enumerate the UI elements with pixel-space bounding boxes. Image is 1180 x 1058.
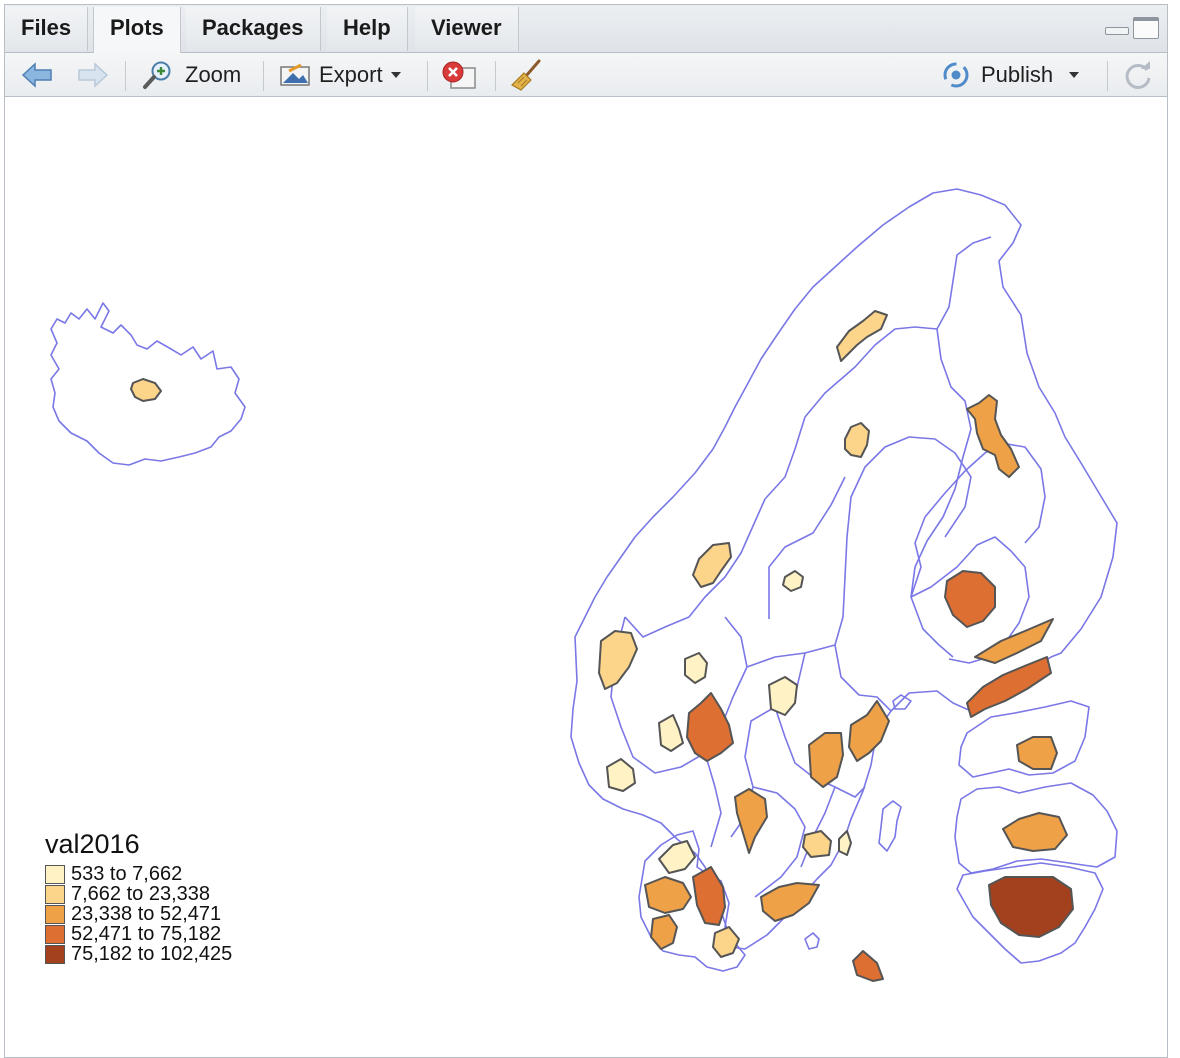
region-tampere [944,570,996,628]
publish-icon [939,60,973,90]
region-ostersund [782,570,804,592]
legend-swatch [45,884,65,904]
tab-files[interactable]: Files [5,7,89,51]
tab-help[interactable]: Help [327,7,408,51]
region-aalborg [658,840,696,874]
region-vasteras [808,732,844,788]
region-vilnius [988,876,1074,938]
tab-plots[interactable]: Plots [93,7,181,53]
region-copenhagen [692,866,726,926]
chevron-down-icon [390,72,401,78]
region-drammen [658,714,684,752]
plot-area: val2016 533 to 7,662 7,662 to 23,338 23,… [5,97,1167,1057]
tab-viewer[interactable]: Viewer [415,7,519,51]
publish-button[interactable]: Publish [939,59,1080,91]
legend-item: 75,182 to 102,425 [45,944,232,964]
region-tromso [836,310,888,362]
region-riga [1002,812,1068,852]
region-helsinki-east [974,618,1054,664]
zoom-button[interactable]: Zoom [141,59,241,91]
region-reykjavik [130,378,162,402]
region-oulu [966,394,1020,478]
tab-bar: Files Plots Packages Help Viewer [5,5,1167,53]
minimize-pane-button[interactable] [1103,17,1129,37]
region-trondheim [692,542,732,588]
map-legend: val2016 533 to 7,662 7,662 to 23,338 23,… [45,829,232,964]
region-odense [650,914,678,950]
export-label: Export [319,62,383,87]
legend-item: 533 to 7,662 [45,864,232,884]
forward-arrow-icon[interactable] [77,59,109,91]
region-jonkoping [802,830,832,858]
legend-swatch [45,864,65,884]
region-malmo [760,882,820,922]
broom-icon [509,59,543,91]
zoom-label: Zoom [185,62,242,87]
magnifier-icon [141,60,175,90]
norway-sweden-border [764,236,992,500]
region-falun [768,676,798,716]
back-arrow-icon[interactable] [21,59,53,91]
publish-label: Publish [981,62,1054,87]
region-tartu [1016,736,1058,770]
refresh-icon[interactable] [1121,59,1155,91]
legend-label: 7,662 to 23,338 [71,883,211,905]
legend-item: 23,338 to 52,471 [45,904,232,924]
export-button[interactable]: Export [279,59,401,91]
bornholm-outline [804,932,820,950]
clear-all-plots-button[interactable] [509,59,543,91]
region-bergen [598,630,638,690]
legend-label: 75,182 to 102,425 [71,943,233,965]
gotland-outline [878,800,902,852]
region-bornholm [852,950,884,982]
region-gothenburg [734,788,768,854]
norway-inner-regions [610,436,972,848]
legend-item: 52,471 to 75,182 [45,924,232,944]
legend-swatch [45,924,65,944]
region-lillehammer [684,652,708,684]
remove-plot-icon [441,60,479,90]
export-image-icon [279,61,313,89]
legend-label: 23,338 to 52,471 [71,903,222,925]
legend-swatch [45,944,65,964]
legend-label: 533 to 7,662 [71,863,183,885]
region-oslo [686,692,734,762]
legend-swatch [45,904,65,924]
legend-item: 7,662 to 23,338 [45,884,232,904]
region-stavanger [606,758,636,792]
chevron-down-icon [1069,72,1080,78]
legend-title: val2016 [45,829,140,859]
region-stockholm [848,700,890,762]
plots-toolbar: Zoom Export Publish [5,53,1167,97]
legend-label: 52,471 to 75,182 [71,923,222,945]
region-zealand-south [712,926,740,958]
plots-pane: Files Plots Packages Help Viewer Zoom Ex… [4,4,1168,1058]
region-kalmar [838,830,852,856]
region-aarhus [644,876,692,914]
remove-plot-button[interactable] [441,59,479,91]
tab-packages[interactable]: Packages [186,7,321,51]
maximize-pane-button[interactable] [1133,17,1159,39]
region-lulea [844,422,870,458]
